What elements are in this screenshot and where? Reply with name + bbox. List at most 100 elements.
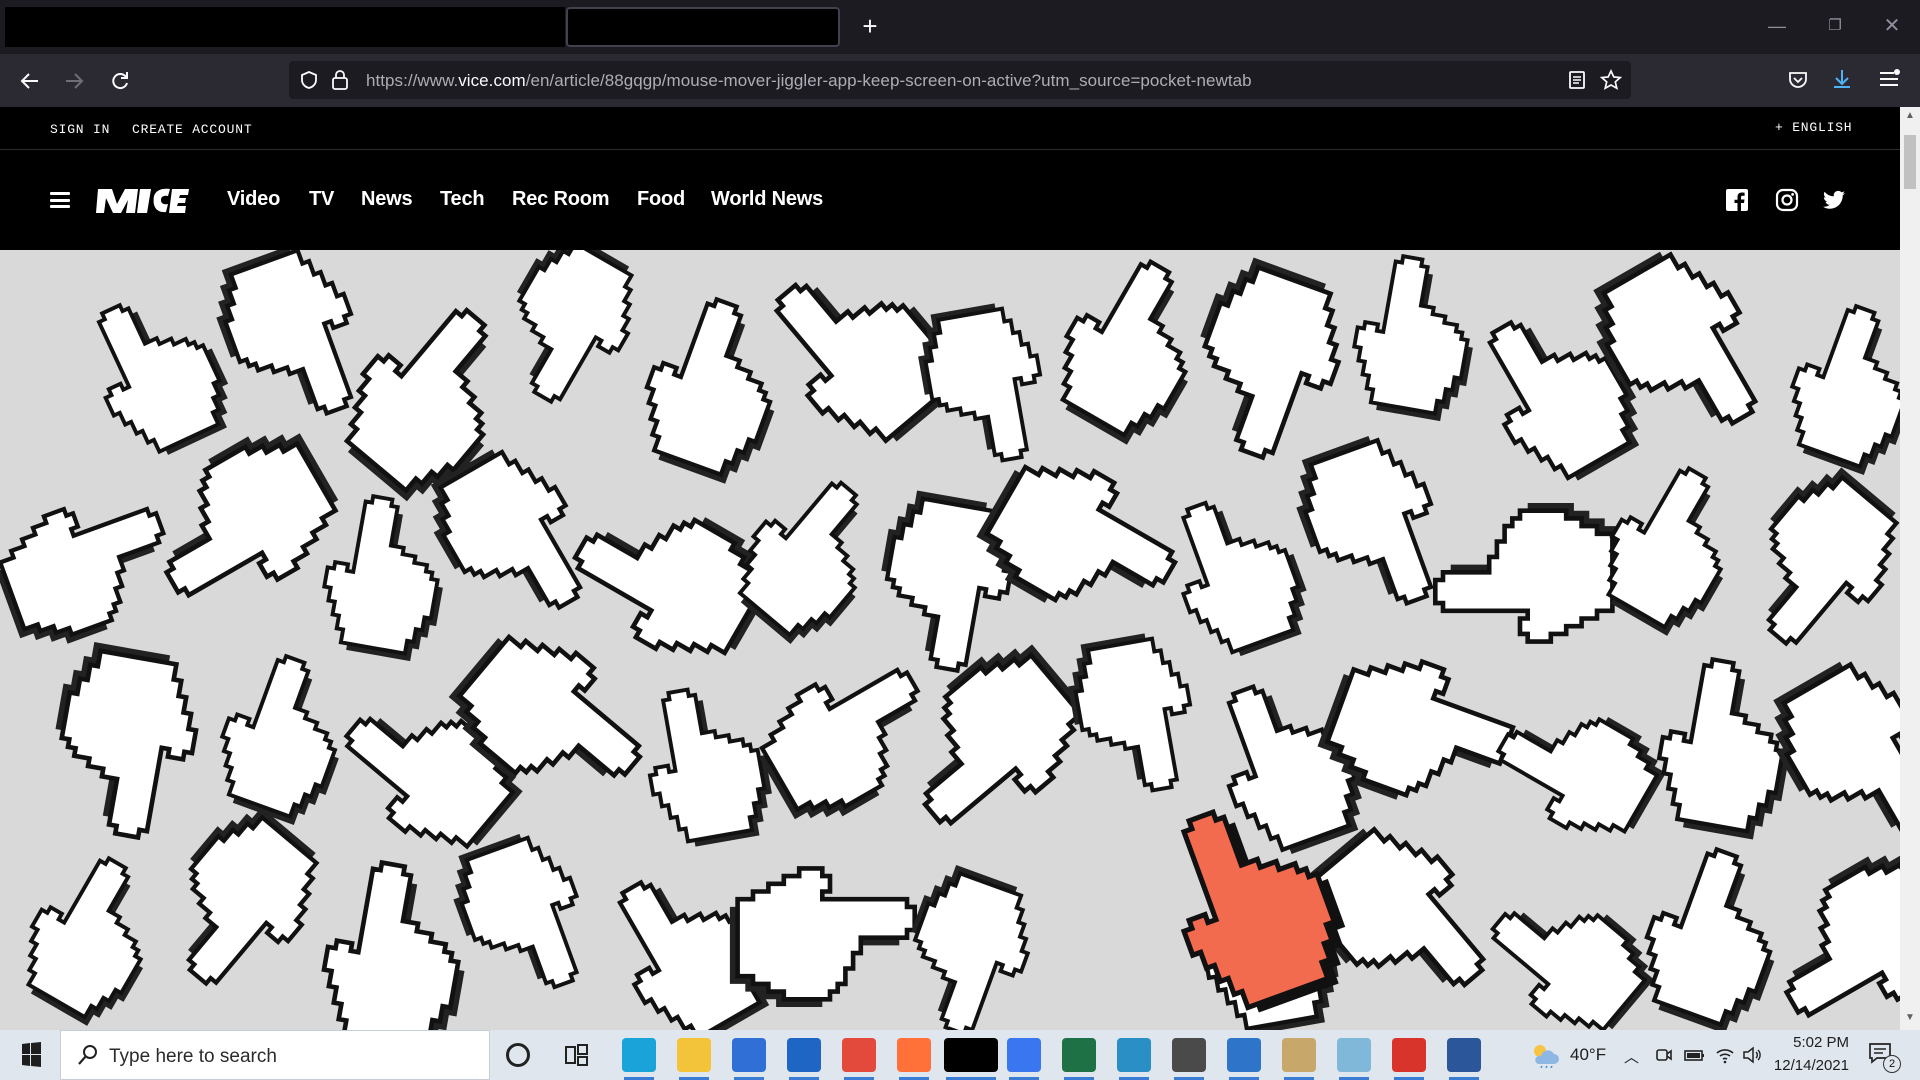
language-selector[interactable]: + ENGLISH <box>1775 120 1852 135</box>
remote-desktop-icon[interactable] <box>1227 1038 1261 1080</box>
mail-icon[interactable] <box>787 1038 821 1080</box>
hamburger-menu-icon[interactable] <box>50 192 70 208</box>
forward-arrow-icon <box>66 73 84 89</box>
hand-cursor-graphic <box>0 506 167 644</box>
sign-in-link[interactable]: SIGN IN <box>50 122 110 137</box>
hand-cursor-graphic <box>1432 503 1621 644</box>
windows-start-icon[interactable] <box>12 1042 50 1068</box>
volume-icon[interactable] <box>1742 1046 1762 1064</box>
blank-window[interactable] <box>944 1038 998 1080</box>
hand-cursor-graphic <box>25 855 144 1026</box>
hand-cursor-graphic <box>1656 656 1789 840</box>
hand-cursor-graphic <box>55 642 199 841</box>
hero-cursor-illustration <box>0 250 1900 1030</box>
lock-icon[interactable] <box>331 69 349 91</box>
search-placeholder: Type here to search <box>109 1046 277 1067</box>
facebook-icon[interactable] <box>1725 188 1749 212</box>
navigation-toolbar: https://www.vice.com/en/article/88gqgp/m… <box>0 54 1920 107</box>
vice-logo[interactable] <box>94 186 190 216</box>
hand-cursor-graphic <box>1783 853 1900 1019</box>
weather-icon[interactable] <box>1530 1042 1560 1068</box>
file-explorer-icon[interactable] <box>677 1038 711 1080</box>
hand-cursor-graphic <box>918 303 1043 463</box>
scroll-thumb[interactable] <box>1904 135 1916 189</box>
app-menu-icon[interactable] <box>1878 68 1900 90</box>
hand-cursor-graphic <box>1644 846 1775 1030</box>
scroll-down-arrow-icon[interactable]: ▼ <box>1905 1012 1915 1023</box>
hand-cursor-graphic <box>1765 467 1900 647</box>
battery-icon[interactable] <box>1684 1046 1706 1064</box>
hand-cursor-graphic <box>185 807 320 987</box>
account-bar: SIGN IN CREATE ACCOUNT + ENGLISH <box>0 107 1900 150</box>
article-hero-image <box>0 250 1900 1030</box>
hand-cursor-graphic <box>321 859 465 1030</box>
edge-icon[interactable] <box>622 1038 656 1080</box>
twitter-icon[interactable] <box>1822 188 1846 212</box>
pocket-icon[interactable] <box>1788 70 1808 90</box>
site-navigation: Video TV News Tech Rec Room Food World N… <box>0 150 1900 250</box>
cortana-icon[interactable] <box>506 1043 530 1067</box>
nav-link-tech[interactable]: Tech <box>440 188 485 211</box>
browser-tab-redacted[interactable] <box>5 7 565 47</box>
hand-cursor-graphic <box>1789 303 1900 475</box>
reader-view-icon[interactable] <box>1568 70 1586 90</box>
hand-cursor-graphic <box>921 644 1084 827</box>
hand-cursor-graphic <box>1180 500 1307 657</box>
shield-icon[interactable] <box>299 70 319 90</box>
chrome-icon[interactable] <box>842 1038 876 1080</box>
restore-button[interactable]: ❐ <box>1815 12 1855 40</box>
url-path: /en/article/88gqgp/mouse-mover-jiggler-a… <box>525 71 1252 90</box>
forward-button[interactable] <box>58 65 90 97</box>
create-account-link[interactable]: CREATE ACCOUNT <box>132 122 252 137</box>
nav-link-world-news[interactable]: World News <box>711 188 823 211</box>
url-host: vice.com <box>458 71 526 90</box>
hand-cursor-graphic <box>1495 716 1666 835</box>
nav-link-rec-room[interactable]: Rec Room <box>512 188 610 211</box>
url-text[interactable]: https://www.vice.com/en/article/88gqgp/m… <box>366 71 1252 91</box>
close-window-button[interactable]: ✕ <box>1872 12 1912 40</box>
clock-time[interactable]: 5:02 PM <box>1769 1034 1849 1051</box>
paint-icon[interactable] <box>1282 1038 1316 1080</box>
clock-date[interactable]: 12/14/2021 <box>1764 1057 1849 1074</box>
chevron-up-icon[interactable]: ︿ <box>1624 1046 1639 1067</box>
download-icon[interactable] <box>1831 68 1853 90</box>
tab-strip: + — ❐ ✕ <box>0 0 1920 54</box>
edge-dev-icon[interactable] <box>1117 1038 1151 1080</box>
meet-now-icon[interactable] <box>1655 1046 1673 1064</box>
bookmark-star-icon[interactable] <box>1600 69 1622 91</box>
new-tab-button[interactable]: + <box>858 13 882 41</box>
instagram-icon[interactable] <box>1775 188 1799 212</box>
hand-cursor-graphic <box>644 296 775 484</box>
hand-cursor-graphic <box>976 463 1179 604</box>
store-icon[interactable] <box>732 1038 766 1080</box>
acrobat-icon[interactable] <box>1392 1038 1426 1080</box>
back-button[interactable] <box>14 65 46 97</box>
hand-cursor-graphic <box>1200 257 1342 461</box>
nav-link-tv[interactable]: TV <box>309 188 334 211</box>
reload-button[interactable] <box>104 65 136 97</box>
scroll-up-arrow-icon[interactable]: ▲ <box>1905 110 1915 121</box>
nav-link-video[interactable]: Video <box>227 188 280 211</box>
nav-link-food[interactable]: Food <box>637 188 685 211</box>
task-view-icon[interactable] <box>565 1043 589 1067</box>
nav-link-news[interactable]: News <box>361 188 413 211</box>
signal-icon[interactable] <box>1007 1038 1041 1080</box>
hand-cursor-graphic <box>1489 910 1654 1030</box>
firefox-icon[interactable] <box>897 1038 931 1080</box>
minimize-button[interactable]: — <box>1757 12 1797 40</box>
terminal-icon[interactable] <box>1172 1038 1206 1080</box>
word-icon[interactable] <box>1447 1038 1481 1080</box>
notes-icon[interactable] <box>1337 1038 1371 1080</box>
excel-icon[interactable] <box>1062 1038 1096 1080</box>
address-bar[interactable]: https://www.vice.com/en/article/88gqgp/m… <box>289 61 1631 99</box>
windows-taskbar: Type here to search 40°F ︿ 5:02 PM 12/14… <box>0 1030 1920 1080</box>
browser-tab-active-redacted[interactable] <box>566 7 840 47</box>
web-page: SIGN IN CREATE ACCOUNT + ENGLISH Video T… <box>0 107 1900 1030</box>
wifi-icon[interactable] <box>1715 1046 1735 1064</box>
hand-cursor-graphic <box>647 687 772 847</box>
page-scrollbar[interactable]: ▲ ▼ <box>1900 107 1920 1030</box>
taskbar-search-box[interactable]: Type here to search <box>60 1030 490 1080</box>
hand-cursor-graphic <box>216 250 354 417</box>
hand-cursor-graphic <box>516 250 635 405</box>
weather-temperature[interactable]: 40°F <box>1570 1045 1606 1065</box>
